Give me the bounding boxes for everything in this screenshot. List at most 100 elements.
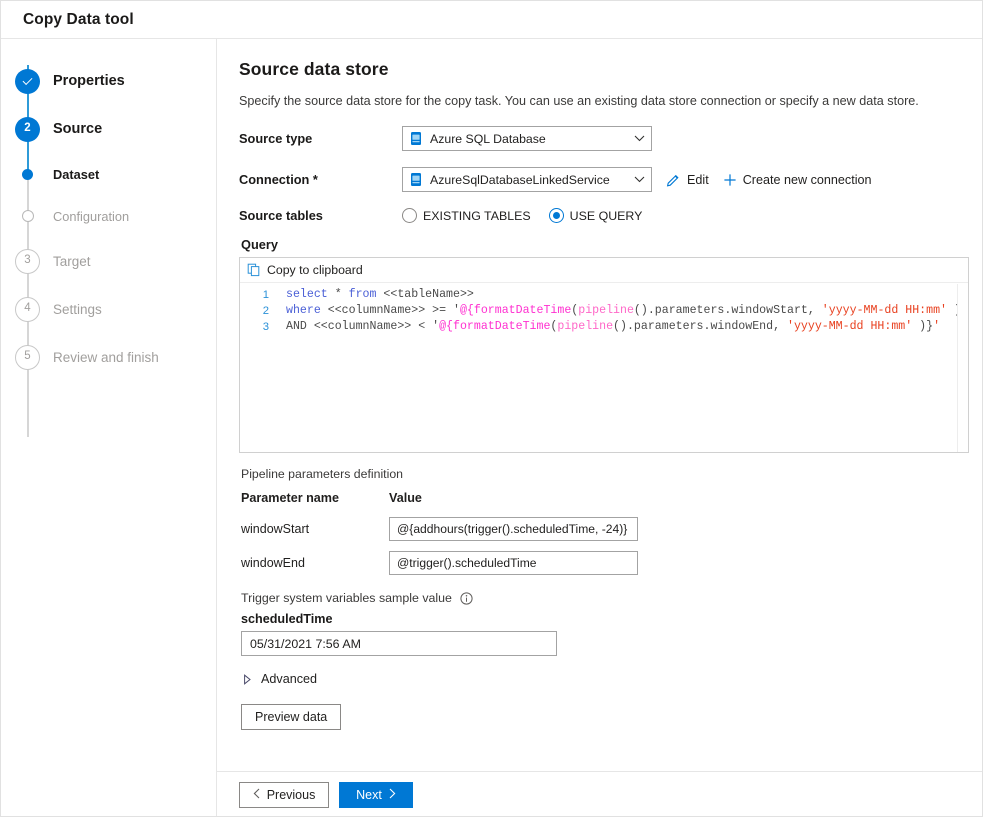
query-code-area[interactable]: 1 select * from <<tableName>> 2 where <<… (240, 283, 968, 452)
source-type-label: Source type (239, 131, 402, 146)
sidebar-step-label: Properties (53, 73, 125, 89)
sidebar-step-review-and-finish[interactable]: 5 Review and finish (1, 333, 216, 381)
page-description: Specify the source data store for the co… (239, 94, 969, 108)
code-text: AND <<columnName>> < '@{formatDateTime(p… (278, 319, 940, 335)
sidebar-step-label: Dataset (53, 167, 99, 182)
source-type-value: Azure SQL Database (430, 132, 627, 146)
step-number-badge: 2 (15, 117, 40, 142)
chevron-right-icon (389, 788, 396, 802)
scheduled-time-input[interactable]: 05/31/2021 7:56 AM (241, 631, 557, 656)
sidebar-step-label: Source (53, 121, 102, 137)
radio-label: USE QUERY (570, 209, 643, 223)
query-editor-toolbar: Copy to clipboard (240, 258, 968, 283)
line-number: 3 (240, 319, 278, 335)
line-number: 1 (240, 287, 278, 303)
sidebar-step-properties[interactable]: Properties (1, 57, 216, 105)
azure-sql-database-icon (409, 172, 423, 187)
window-title: Copy Data tool (23, 11, 134, 29)
column-header-parameter-name: Parameter name (241, 491, 389, 505)
advanced-label: Advanced (261, 672, 317, 686)
line-number: 2 (240, 303, 278, 319)
code-text: select * from <<tableName>> (278, 287, 474, 303)
parameter-value-input[interactable]: @trigger().scheduledTime (389, 551, 638, 575)
edit-connection-label: Edit (687, 173, 709, 187)
previous-label: Previous (267, 788, 316, 802)
edit-connection-button[interactable]: Edit (666, 172, 709, 187)
copy-to-clipboard-label: Copy to clipboard (267, 263, 363, 277)
trigger-system-variables-row: Trigger system variables sample value (241, 591, 969, 605)
next-label: Next (356, 788, 382, 802)
sidebar-step-dataset[interactable]: Dataset (1, 153, 216, 195)
triangle-right-icon (243, 674, 252, 685)
source-tables-radio-group: EXISTING TABLES USE QUERY (402, 208, 660, 223)
parameter-name: windowEnd (241, 556, 389, 570)
create-new-connection-label: Create new connection (743, 173, 872, 187)
connection-value: AzureSqlDatabaseLinkedService (430, 173, 627, 187)
plus-icon (723, 173, 737, 187)
sidebar-step-configuration[interactable]: Configuration (1, 195, 216, 237)
chevron-down-icon (627, 135, 651, 142)
window-body: Properties 2 Source Dataset Configuratio… (1, 39, 982, 817)
main-content: Source data store Specify the source dat… (217, 39, 983, 771)
source-type-dropdown[interactable]: Azure SQL Database (402, 126, 652, 151)
sidebar-step-label: Review and finish (53, 350, 159, 365)
query-editor-scrollbar[interactable] (957, 284, 968, 452)
chevron-left-icon (253, 788, 260, 802)
copy-data-tool-window: Copy Data tool Properties 2 Source Datas… (0, 0, 983, 817)
step-number-badge: 3 (15, 249, 40, 274)
radio-label: EXISTING TABLES (423, 209, 531, 223)
radio-circle-icon (402, 208, 417, 223)
code-line: 2 where <<columnName>> >= '@{formatDateT… (240, 303, 968, 319)
step-dot-icon (15, 204, 40, 229)
sidebar-step-target[interactable]: 3 Target (1, 237, 216, 285)
previous-button[interactable]: Previous (239, 782, 329, 808)
pipeline-parameters-section-label: Pipeline parameters definition (241, 467, 969, 481)
connection-label: Connection * (239, 172, 402, 187)
trigger-system-variables-label: Trigger system variables sample value (241, 591, 452, 605)
pipeline-parameters-table: Parameter name Value windowStart @{addho… (241, 491, 969, 575)
query-section-label: Query (241, 237, 969, 252)
step-dot-icon (15, 162, 40, 187)
source-type-row: Source type Azure SQL Database (239, 126, 969, 151)
copy-icon (247, 263, 261, 277)
advanced-disclosure[interactable]: Advanced (243, 672, 969, 686)
step-check-icon (15, 69, 40, 94)
sidebar-step-label: Configuration (53, 209, 129, 224)
source-tables-row: Source tables EXISTING TABLES USE QUERY (239, 208, 969, 223)
code-line: 1 select * from <<tableName>> (240, 287, 968, 303)
copy-to-clipboard-button[interactable]: Copy to clipboard (247, 263, 363, 277)
radio-existing-tables[interactable]: EXISTING TABLES (402, 208, 531, 223)
next-button[interactable]: Next (339, 782, 413, 808)
chevron-down-icon (627, 176, 651, 183)
parameter-value-input[interactable]: @{addhours(trigger().scheduledTime, -24)… (389, 517, 638, 541)
sidebar-step-label: Settings (53, 302, 102, 317)
column-header-value: Value (389, 491, 422, 505)
table-row: windowEnd @trigger().scheduledTime (241, 551, 969, 575)
scheduled-time-label: scheduledTime (241, 612, 969, 626)
code-line: 3 AND <<columnName>> < '@{formatDateTime… (240, 319, 968, 335)
preview-data-button[interactable]: Preview data (241, 704, 341, 730)
wizard-footer: Previous Next (217, 771, 983, 817)
wizard-step-rail: Properties 2 Source Dataset Configuratio… (1, 39, 217, 817)
page-title: Source data store (239, 59, 969, 80)
parameter-name: windowStart (241, 522, 389, 536)
step-number-badge: 4 (15, 297, 40, 322)
create-new-connection-button[interactable]: Create new connection (723, 173, 872, 187)
table-row: windowStart @{addhours(trigger().schedul… (241, 517, 969, 541)
window-titlebar: Copy Data tool (1, 1, 982, 39)
sidebar-step-settings[interactable]: 4 Settings (1, 285, 216, 333)
main-pane: Source data store Specify the source dat… (217, 39, 983, 817)
table-header-row: Parameter name Value (241, 491, 969, 505)
radio-circle-icon (549, 208, 564, 223)
connection-row: Connection * AzureSqlDatabaseLinkedServi… (239, 167, 969, 192)
query-editor[interactable]: Copy to clipboard 1 select * from <<tabl… (239, 257, 969, 453)
sidebar-step-source[interactable]: 2 Source (1, 105, 216, 153)
sidebar-step-label: Target (53, 254, 91, 269)
source-tables-label: Source tables (239, 208, 402, 223)
step-number-badge: 5 (15, 345, 40, 370)
code-text: where <<columnName>> >= '@{formatDateTim… (278, 303, 968, 319)
radio-use-query[interactable]: USE QUERY (549, 208, 643, 223)
connection-dropdown[interactable]: AzureSqlDatabaseLinkedService (402, 167, 652, 192)
azure-sql-database-icon (409, 131, 423, 146)
info-icon[interactable] (460, 592, 473, 605)
